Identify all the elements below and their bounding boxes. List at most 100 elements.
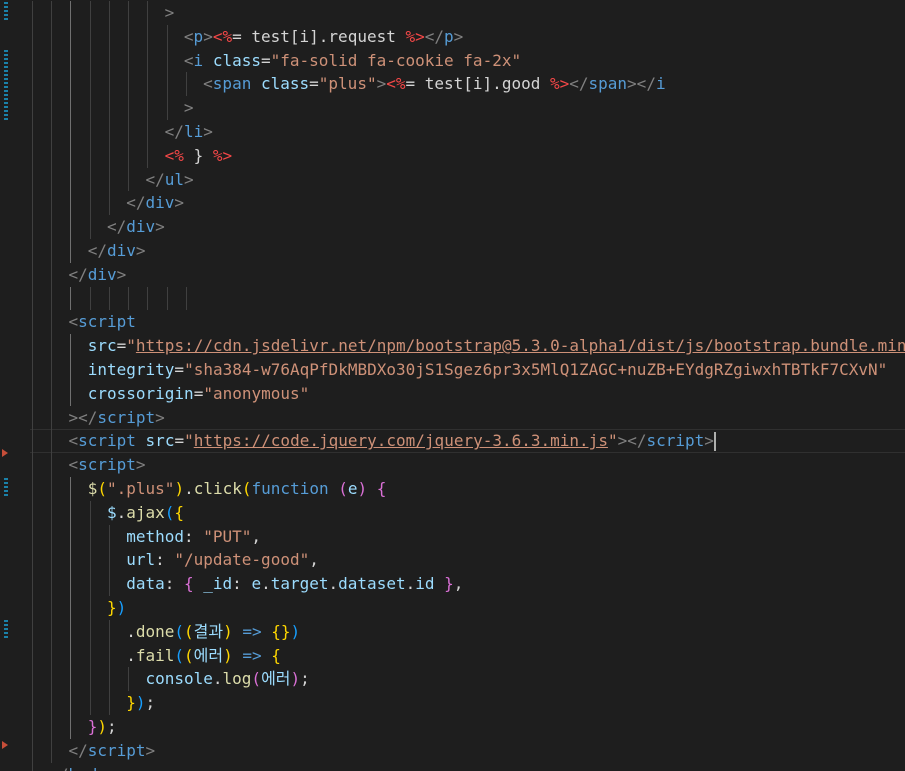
code-token: { [183, 574, 194, 594]
code-token: . [212, 669, 223, 689]
code-token: body [69, 765, 108, 771]
code-token: 결과 [193, 621, 224, 641]
code-line[interactable]: > [30, 1, 905, 25]
code-token: "plus" [318, 74, 377, 94]
code-token: fail [135, 645, 175, 665]
code-line[interactable]: <script> [30, 453, 905, 477]
git-modified-marker[interactable] [4, 478, 8, 498]
code-token: ) [97, 717, 107, 736]
code-line[interactable]: }); [30, 691, 905, 715]
code-token: " [607, 431, 618, 451]
code-token: target [270, 574, 329, 594]
code-line[interactable]: integrity="sha384-w76AqPfDkMBDXo30jS1Sge… [30, 358, 905, 382]
indent-guide [185, 286, 187, 311]
code-line[interactable]: </div> [30, 263, 905, 287]
code-token: > [164, 3, 175, 22]
code-token: </ [164, 122, 184, 141]
code-token: > [203, 122, 213, 141]
code-token: </ [569, 74, 589, 94]
indent-guide [70, 1, 72, 263]
code-token: ) [223, 645, 233, 665]
code-line[interactable]: }) [30, 596, 905, 620]
git-modified-marker[interactable] [4, 620, 8, 640]
git-modified-marker[interactable] [4, 2, 8, 22]
code-line[interactable]: </div> [30, 215, 905, 239]
code-token: "PUT" [203, 526, 252, 546]
code-line[interactable]: </li> [30, 120, 905, 144]
code-token: = [116, 336, 127, 356]
code-line[interactable] [30, 287, 905, 311]
code-line[interactable]: data: { _id: e.target.dataset.id }, [30, 572, 905, 596]
code-line[interactable]: </div> [30, 191, 905, 215]
code-line[interactable]: <% } %> [30, 144, 905, 168]
code-token: > [155, 217, 165, 237]
code-token: . [261, 574, 271, 594]
code-token: $ [106, 502, 117, 522]
code-token: = [193, 383, 204, 403]
code-token: } [126, 693, 136, 713]
code-token: > [116, 264, 127, 284]
code-line[interactable]: <p><%= test[i].request %></p> [30, 25, 905, 49]
code-token: $ [87, 479, 98, 498]
code-token: span [212, 74, 252, 94]
code-token: p [193, 26, 204, 46]
breakpoint-arrow-icon[interactable] [2, 449, 8, 457]
code-line[interactable]: </script> [30, 739, 905, 763]
code-token: </ [87, 241, 107, 260]
breakpoint-arrow-icon[interactable] [2, 741, 8, 749]
git-modified-marker[interactable] [4, 50, 8, 120]
code-line[interactable]: ></script> [30, 406, 905, 430]
code-line[interactable]: .fail((에러) => { [30, 644, 905, 668]
code-token: </ [68, 740, 88, 760]
code-token: < [183, 50, 194, 70]
code-line[interactable]: > [30, 96, 905, 120]
code-token: , [251, 526, 262, 546]
code-token: %> [405, 26, 425, 46]
code-token: { [271, 645, 281, 665]
code-line[interactable]: src="https://cdn.jsdelivr.net/npm/bootst… [30, 334, 905, 358]
code-token: </ [145, 169, 165, 189]
code-line[interactable]: crossorigin="anonymous" [30, 382, 905, 406]
code-token: > [155, 407, 165, 427]
code-token: </ [106, 217, 127, 237]
code-token: ( [164, 502, 175, 522]
code-token: ajax [126, 502, 165, 522]
code-line[interactable]: <script src="https://code.jquery.com/jqu… [30, 429, 905, 454]
code-line[interactable]: .done((결과) => {}) [30, 620, 905, 644]
code-line[interactable]: }); [30, 715, 905, 739]
code-token: 에러 [193, 645, 224, 665]
code-token: > [704, 431, 714, 451]
code-token: script [78, 312, 136, 332]
code-token: { [174, 502, 185, 522]
indent-guide [147, 1, 149, 168]
code-line[interactable]: <script [30, 310, 905, 334]
indent-guide [108, 619, 110, 715]
code-line[interactable]: </div> [30, 239, 905, 263]
code-line[interactable]: method: "PUT", [30, 525, 905, 549]
indent-guide [89, 500, 91, 715]
indent-guide [70, 477, 72, 739]
code-token: src [145, 431, 175, 451]
code-editor[interactable]: > <p><%= test[i].request %></p> <i class="… [0, 0, 905, 771]
code-line[interactable]: url: "/update-good", [30, 548, 905, 572]
code-line[interactable]: $.ajax({ [30, 501, 905, 525]
code-line[interactable]: $(".plus").click(function (e) { [30, 477, 905, 501]
code-line[interactable]: <span class="plus"><%= test[i].good %></… [30, 72, 905, 96]
code-line[interactable]: <i class="fa-solid fa-cookie fa-2x" [30, 49, 905, 73]
code-token: method [126, 526, 184, 546]
code-token: </ [126, 193, 146, 213]
code-token: : [155, 550, 175, 570]
code-token: . [126, 645, 136, 665]
code-token: id [415, 574, 435, 594]
code-line[interactable]: </body> [30, 763, 905, 771]
code-token: ( [184, 645, 194, 665]
indent-guide [108, 1, 110, 216]
code-token: div [126, 217, 156, 237]
code-token: ; [300, 669, 310, 689]
code-line[interactable]: console.log(에러); [30, 667, 905, 691]
code-token: ) [290, 621, 301, 641]
code-line[interactable]: </ul> [30, 168, 905, 192]
